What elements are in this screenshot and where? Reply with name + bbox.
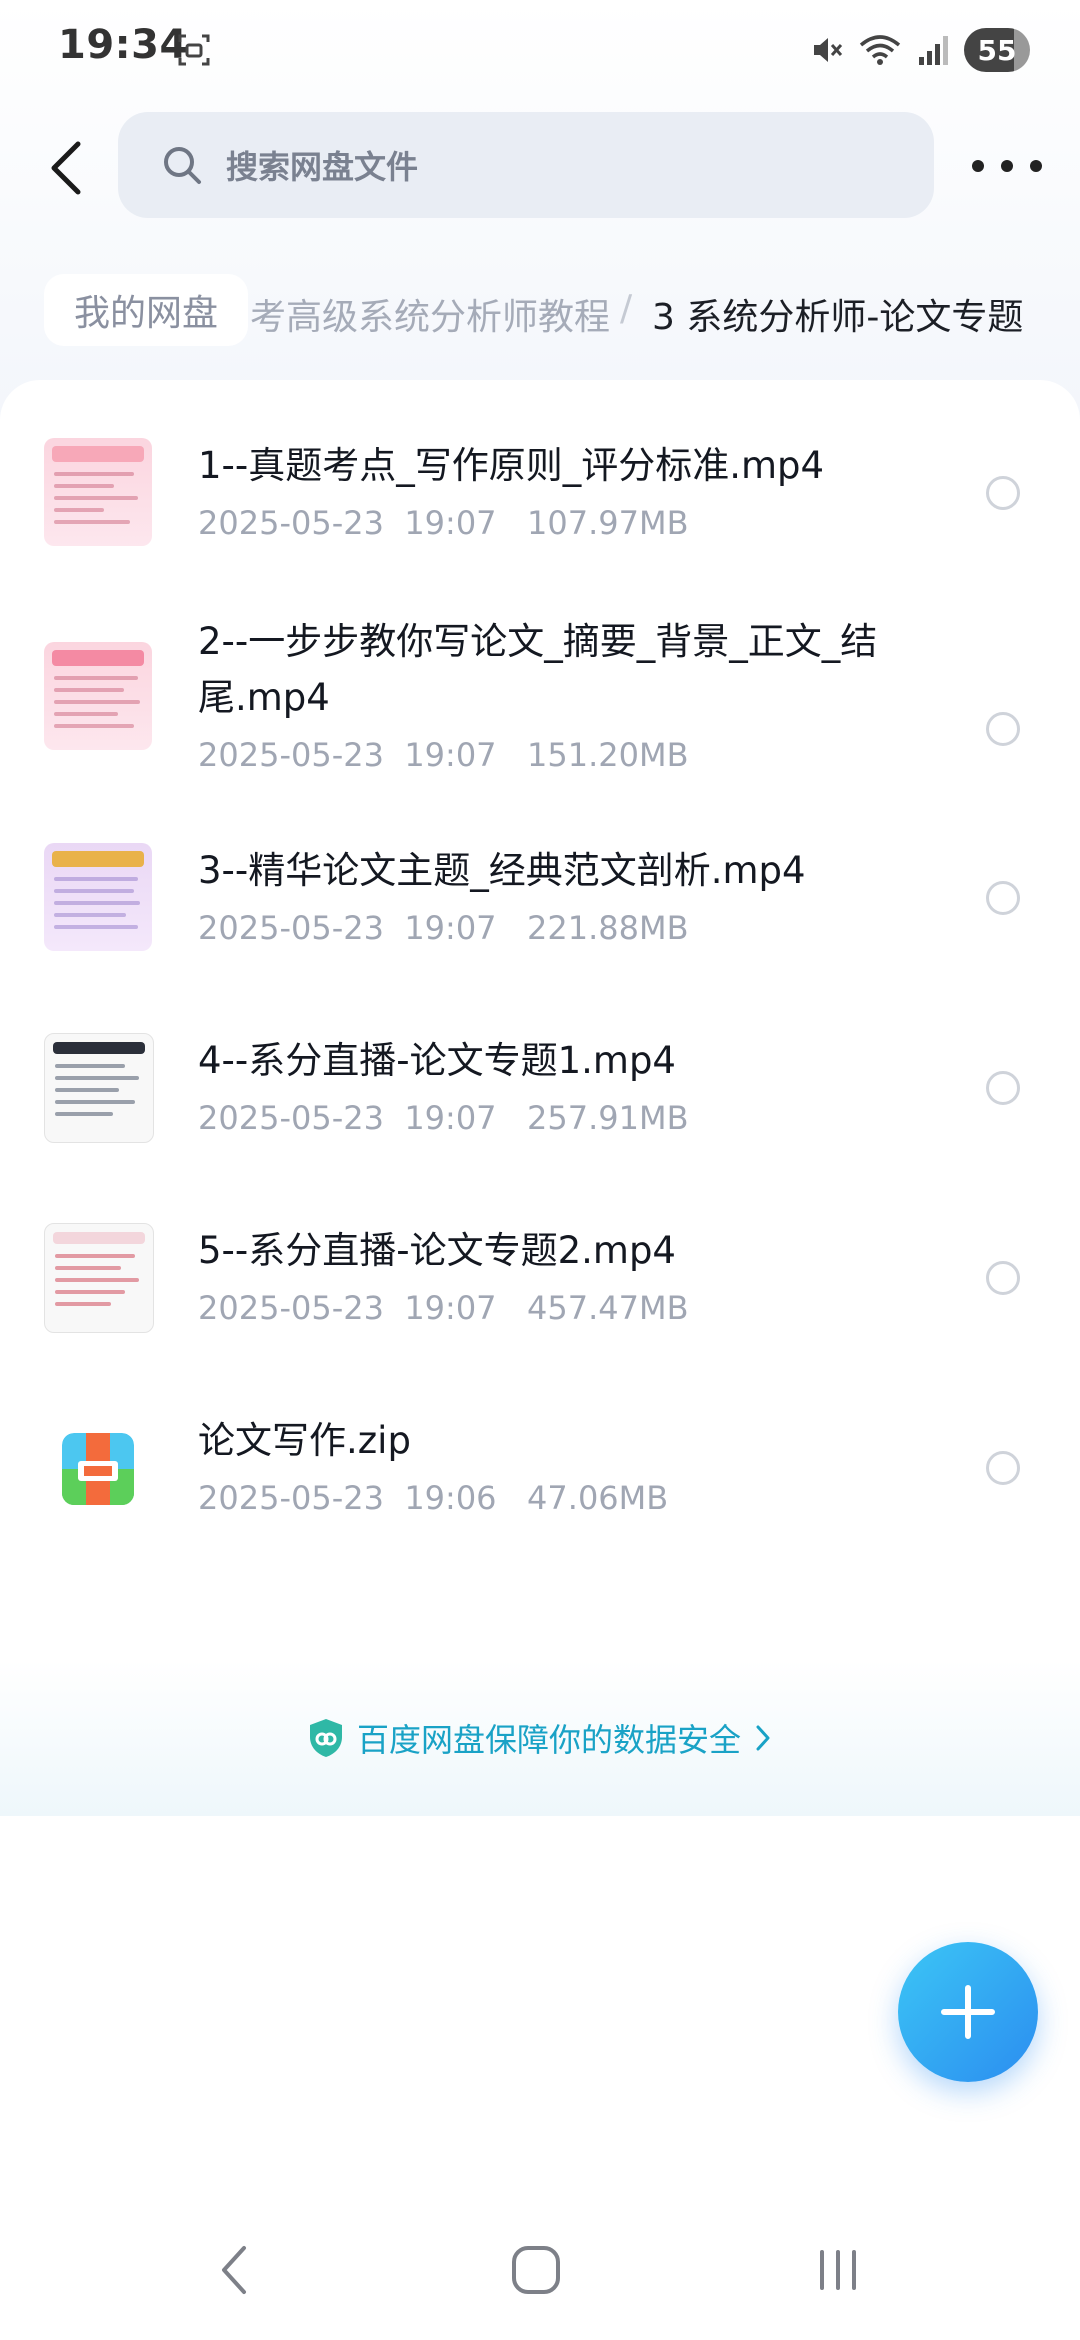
video-thumbnail xyxy=(44,438,152,546)
search-input[interactable]: 搜索网盘文件 xyxy=(118,112,934,218)
security-link[interactable]: 百度网盘保障你的数据安全 xyxy=(307,1715,773,1761)
file-row[interactable]: 4--系分直播-论文专题1.mp4 2025-05-23 19:07 257.9… xyxy=(0,975,1080,1165)
file-row[interactable]: 论文写作.zip 2025-05-23 19:06 47.06MB xyxy=(0,1355,1080,1545)
select-radio[interactable] xyxy=(986,881,1020,915)
nav-back-button[interactable] xyxy=(194,2238,274,2302)
screenshot-icon xyxy=(178,34,210,66)
file-row[interactable]: 3--精华论文主题_经典范文剖析.mp4 2025-05-23 19:07 22… xyxy=(0,785,1080,975)
security-banner[interactable]: 百度网盘保障你的数据安全 xyxy=(0,1660,1080,1816)
mute-icon xyxy=(814,38,843,62)
file-list: 1--真题考点_写作原则_评分标准.mp4 2025-05-23 19:07 1… xyxy=(0,380,1080,1820)
security-text: 百度网盘保障你的数据安全 xyxy=(356,1721,741,1759)
nav-recents-button[interactable] xyxy=(798,2238,878,2302)
breadcrumb-current: 3 系统分析师-论文专题 xyxy=(652,297,1024,338)
shield-icon xyxy=(309,1719,342,1757)
file-meta: 2025-05-23 19:07 457.47MB xyxy=(198,1289,689,1327)
file-row[interactable]: 5--系分直播-论文专题2.mp4 2025-05-23 19:07 457.4… xyxy=(0,1165,1080,1355)
file-name: 2--一步步教你写论文_摘要_背景_正文_结尾.mp4 xyxy=(198,620,878,719)
file-meta: 2025-05-23 19:07 257.91MB xyxy=(198,1099,689,1137)
nav-home-icon xyxy=(512,2246,560,2294)
file-name: 5--系分直播-论文专题2.mp4 xyxy=(198,1229,676,1272)
nav-recents-icon xyxy=(820,2250,856,2290)
more-options-button[interactable] xyxy=(972,138,1042,194)
breadcrumb-root[interactable]: 我的网盘 xyxy=(44,274,249,346)
file-name: 论文写作.zip xyxy=(198,1419,411,1462)
select-radio[interactable] xyxy=(986,1451,1020,1485)
select-radio[interactable] xyxy=(986,1261,1020,1295)
file-name: 3--精华论文主题_经典范文剖析.mp4 xyxy=(198,849,806,892)
status-bar: 19:34 55 xyxy=(0,0,1080,100)
plus-icon xyxy=(941,1985,995,2039)
video-thumbnail xyxy=(44,1033,154,1143)
file-name: 4--系分直播-论文专题1.mp4 xyxy=(198,1039,676,1082)
file-meta: 2025-05-23 19:07 151.20MB xyxy=(198,736,689,774)
file-name: 1--真题考点_写作原则_评分标准.mp4 xyxy=(198,444,825,487)
breadcrumb-parent[interactable]: 考高级系统分析师教程 xyxy=(250,288,610,340)
select-radio[interactable] xyxy=(986,712,1020,746)
file-row[interactable]: 1--真题考点_写作原则_评分标准.mp4 2025-05-23 19:07 1… xyxy=(0,380,1080,570)
more-dot-icon xyxy=(1001,160,1013,172)
breadcrumb-separator: / xyxy=(620,288,633,329)
zip-archive-icon xyxy=(62,1433,134,1505)
video-thumbnail xyxy=(44,1223,154,1333)
signal-icon xyxy=(919,36,948,65)
select-radio[interactable] xyxy=(986,476,1020,510)
nav-home-button[interactable] xyxy=(496,2238,576,2302)
add-button[interactable] xyxy=(898,1942,1038,2082)
search-icon xyxy=(164,147,201,184)
more-dot-icon xyxy=(1030,160,1042,172)
system-nav-bar xyxy=(0,2220,1080,2320)
chevron-right-icon xyxy=(756,1725,770,1751)
back-button[interactable] xyxy=(38,128,94,208)
search-placeholder: 搜索网盘文件 xyxy=(226,148,419,186)
nav-back-icon xyxy=(222,2246,246,2294)
more-dot-icon xyxy=(972,160,984,172)
breadcrumb: 我的网盘 考高级系统分析师教程 / 3 系统分析师-论文专题 xyxy=(0,270,1080,350)
status-icons: 55 xyxy=(810,26,1030,74)
select-radio[interactable] xyxy=(986,1071,1020,1105)
video-thumbnail xyxy=(44,642,152,750)
back-arrow-icon xyxy=(51,141,81,195)
battery-indicator: 55 xyxy=(964,28,1030,72)
file-meta: 2025-05-23 19:06 47.06MB xyxy=(198,1479,669,1517)
file-meta: 2025-05-23 19:07 221.88MB xyxy=(198,909,689,947)
wifi-icon xyxy=(859,35,901,65)
file-meta: 2025-05-23 19:07 107.97MB xyxy=(198,504,689,542)
video-thumbnail xyxy=(44,843,152,951)
file-row[interactable]: 2--一步步教你写论文_摘要_背景_正文_结尾.mp4 2025-05-23 1… xyxy=(0,570,1080,785)
status-time: 19:34 xyxy=(58,22,188,68)
